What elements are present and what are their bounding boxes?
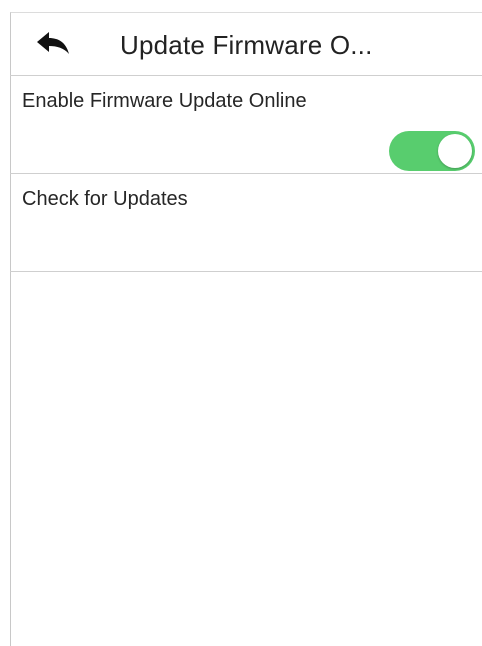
firmware-update-online-label: Enable Firmware Update Online [22, 90, 307, 112]
firmware-update-online-toggle[interactable] [389, 131, 475, 171]
check-for-updates-row[interactable]: Check for Updates [10, 174, 482, 272]
check-for-updates-label: Check for Updates [22, 188, 188, 210]
screen: Update Firmware O... Enable Firmware Upd… [0, 0, 482, 646]
page-title: Update Firmware O... [120, 30, 373, 60]
toggle-knob [438, 134, 472, 168]
back-arrow-icon[interactable] [36, 32, 70, 58]
header-bar: Update Firmware O... [10, 12, 482, 76]
firmware-update-online-row[interactable]: Enable Firmware Update Online [10, 76, 482, 174]
